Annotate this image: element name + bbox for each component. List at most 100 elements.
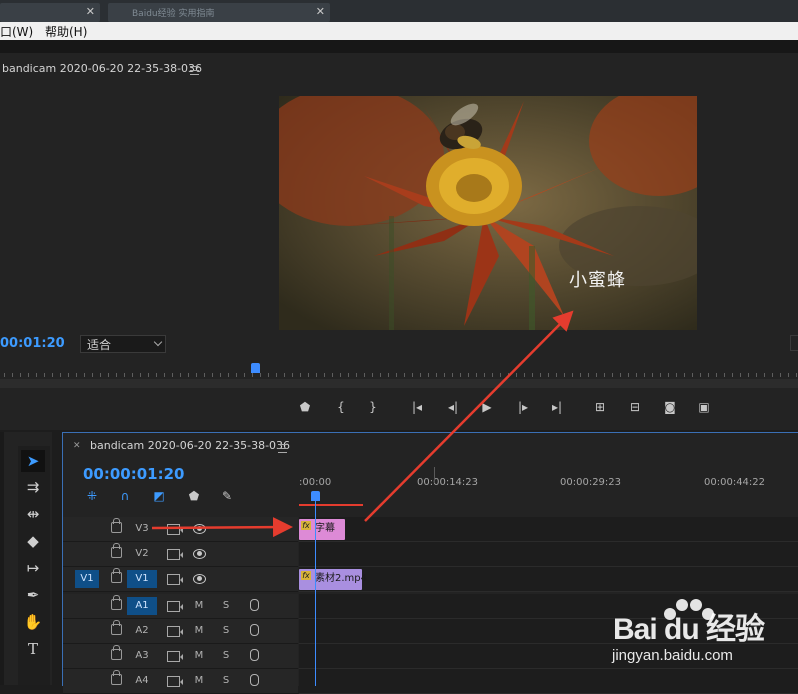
selection-tool-icon[interactable]: ➤ [21,450,45,472]
monitor-ruler[interactable] [0,365,798,379]
zoom-fit-select[interactable]: 适合 [80,335,166,353]
mute-button[interactable]: M [193,598,205,614]
title-clip[interactable]: fx 字幕 [299,519,345,540]
sync-lock-icon[interactable] [167,626,183,637]
lock-icon[interactable] [111,568,122,583]
lock-icon[interactable] [111,518,122,533]
track-select-icon[interactable]: ⇉ [21,476,45,498]
menu-help[interactable]: 帮助(H) [45,23,87,40]
pen-icon[interactable]: ✒ [21,584,45,606]
resolution-select[interactable] [790,335,798,351]
lock-icon[interactable] [111,543,122,558]
track-target[interactable]: V3 [127,520,157,538]
mark-out-icon[interactable]: } [364,397,382,417]
linked-selection-icon[interactable]: ◩ [152,489,166,503]
close-icon[interactable]: ✕ [316,5,325,18]
source-patch[interactable]: V1 [75,570,99,588]
monitor-playhead[interactable] [251,363,260,373]
browser-tab[interactable]: Baidu经验 实用指南 ✕ [108,3,330,22]
sync-lock-icon[interactable] [167,549,183,560]
microphone-icon[interactable] [250,649,259,661]
type-tool-icon[interactable]: T [21,638,45,660]
go-to-out-icon[interactable]: ▸| [548,397,566,417]
mark-in-icon[interactable]: { [332,397,350,417]
ruler-label: 00:00:29:23 [560,477,622,488]
track-target[interactable]: A3 [127,647,157,665]
solo-button[interactable]: S [220,623,232,639]
sync-lock-icon[interactable] [167,651,183,662]
track-target[interactable]: A2 [127,622,157,640]
track-header[interactable]: A1 M S [63,594,298,619]
eye-icon[interactable] [193,574,206,584]
lock-icon[interactable] [111,645,122,660]
add-marker-icon[interactable]: ⬟ [187,489,201,503]
mute-button[interactable]: M [193,673,205,689]
panel-menu-icon[interactable] [190,66,199,75]
step-back-icon[interactable]: ◂| [444,397,462,417]
track-target[interactable]: A4 [127,672,157,690]
solo-button[interactable]: S [220,598,232,614]
eye-icon[interactable] [193,524,206,534]
compare-icon[interactable]: ▣ [695,397,713,417]
work-area-bar[interactable] [299,504,363,506]
lock-icon[interactable] [111,670,122,685]
microphone-icon[interactable] [250,674,259,686]
ruler-tick [252,373,253,377]
sync-lock-icon[interactable] [167,524,183,535]
slip-icon[interactable]: ↦ [21,557,45,579]
close-icon[interactable]: ✕ [86,5,95,18]
sync-lock-icon[interactable] [167,676,183,687]
track-target[interactable]: A1 [127,597,157,615]
eye-icon[interactable] [193,549,206,559]
ripple-edit-icon[interactable]: ⇹ [21,503,45,525]
monitor-timecode[interactable]: 00:01:20 [0,336,65,351]
track-header[interactable]: V2 [63,542,298,567]
track-target[interactable]: V1 [127,570,157,588]
mute-button[interactable]: M [193,648,205,664]
play-icon[interactable]: ▶ [478,397,496,417]
track-header[interactable]: A2 M S [63,619,298,644]
close-icon[interactable]: ✕ [73,441,81,451]
ruler-tick [524,373,525,377]
track-header[interactable]: A4 M S [63,669,298,694]
timeline-timecode[interactable]: 00:00:01:20 [83,465,185,483]
solo-button[interactable]: S [220,648,232,664]
monitor-scrollbar[interactable] [0,379,798,388]
track-header[interactable]: A3 M S [63,644,298,669]
track-target[interactable]: V2 [127,545,157,563]
panel-menu-icon[interactable] [278,444,287,453]
track-header[interactable]: V3 [63,517,298,542]
sync-lock-icon[interactable] [167,574,183,585]
track-header[interactable]: V1 V1 [63,567,298,592]
step-forward-icon[interactable]: |▸ [514,397,532,417]
marker-icon[interactable]: ⬟ [296,397,314,417]
nest-icon[interactable]: ⁜ [85,489,99,503]
video-frame[interactable]: 小蜜蜂 [279,96,697,330]
ruler-label: 00:00:44:22 [704,477,766,488]
razor-icon[interactable]: ◆ [21,530,45,552]
track-lane[interactable]: fx 素材2.mp4 [299,567,798,592]
mute-button[interactable]: M [193,623,205,639]
go-to-in-icon[interactable]: |◂ [408,397,426,417]
microphone-icon[interactable] [250,599,259,611]
track-lane[interactable]: fx 字幕 [299,517,798,542]
track-lane[interactable] [299,542,798,567]
time-ruler[interactable]: :00:00 00:00:14:23 00:00:29:23 00:00:44:… [299,467,798,499]
sequence-title[interactable]: bandicam 2020-06-20 22-35-38-036 [90,439,290,452]
menu-window[interactable]: 口(W) [0,23,33,40]
wrench-icon[interactable]: ✎ [220,489,234,503]
ruler-tick [748,373,749,377]
video-clip[interactable]: fx 素材2.mp4 [299,569,367,590]
microphone-icon[interactable] [250,624,259,636]
solo-button[interactable]: S [220,673,232,689]
sync-lock-icon[interactable] [167,601,183,612]
snap-icon[interactable]: ∩ [118,489,132,503]
lock-icon[interactable] [111,595,122,610]
track-lane[interactable] [299,669,798,694]
lock-icon[interactable] [111,620,122,635]
export-frame-icon[interactable]: ◙ [661,397,679,417]
insert-icon[interactable]: ⊞ [591,397,609,417]
window-tab[interactable]: ✕ [0,3,100,22]
overwrite-icon[interactable]: ⊟ [626,397,644,417]
hand-icon[interactable]: ✋ [21,611,45,633]
